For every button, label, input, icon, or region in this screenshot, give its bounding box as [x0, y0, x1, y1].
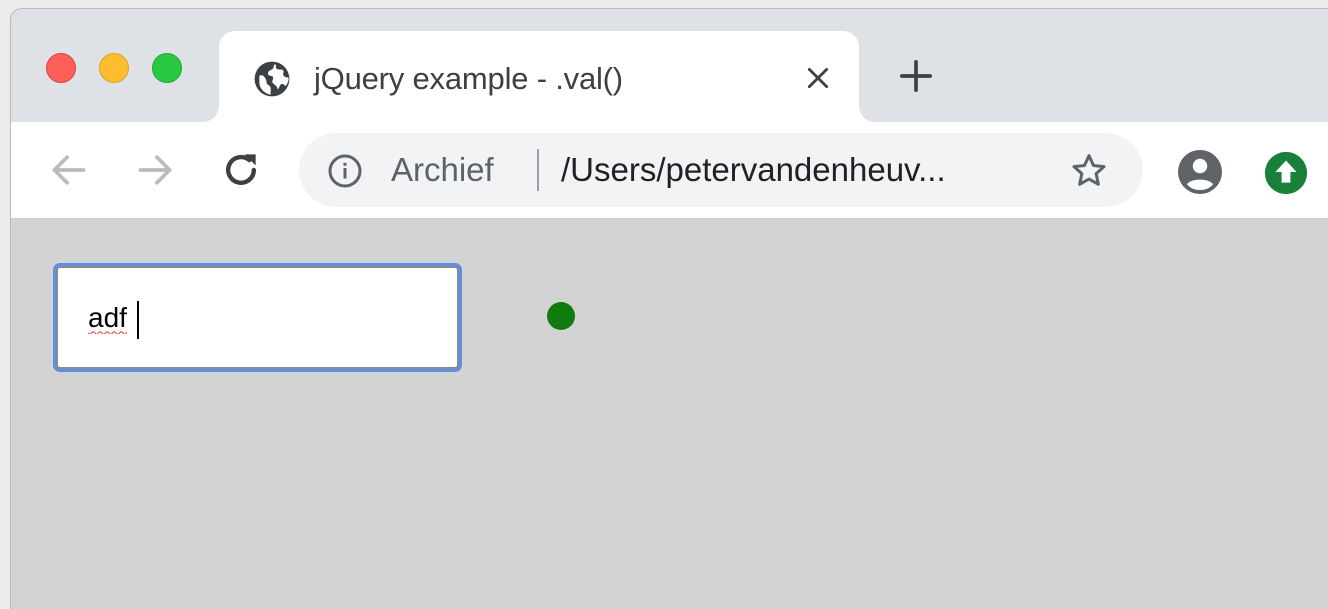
url-text[interactable]: /Users/petervandenheuv... [561, 151, 946, 189]
tab-strip: jQuery example - .val() [11, 9, 1328, 122]
page-content [11, 219, 1328, 609]
reload-icon[interactable] [219, 148, 263, 192]
globe-icon [254, 61, 290, 97]
security-chip-label[interactable]: Archief [391, 151, 494, 189]
tab-title: jQuery example - .val() [314, 61, 623, 96]
browser-window: jQuery example - .val() Archief /Users/p… [10, 8, 1328, 609]
profile-avatar-icon[interactable] [1176, 148, 1224, 196]
extension-upload-icon[interactable] [1263, 150, 1309, 196]
star-icon[interactable] [1069, 151, 1109, 191]
arrow-right-icon[interactable] [133, 148, 177, 192]
window-close-button[interactable] [46, 53, 76, 83]
text-input[interactable] [56, 266, 459, 369]
new-tab-plus-icon[interactable] [899, 59, 933, 93]
arrow-left-icon[interactable] [47, 148, 91, 192]
status-dot [547, 302, 575, 330]
address-bar[interactable]: Archief /Users/petervandenheuv... [299, 133, 1143, 207]
window-minimize-button[interactable] [99, 53, 129, 83]
info-icon[interactable] [327, 153, 363, 189]
browser-toolbar: Archief /Users/petervandenheuv... [11, 122, 1328, 219]
tab-active[interactable]: jQuery example - .val() [219, 31, 859, 122]
address-bar-divider [537, 149, 539, 191]
window-maximize-button[interactable] [152, 53, 182, 83]
text-caret [137, 301, 139, 339]
close-icon[interactable] [805, 65, 831, 91]
